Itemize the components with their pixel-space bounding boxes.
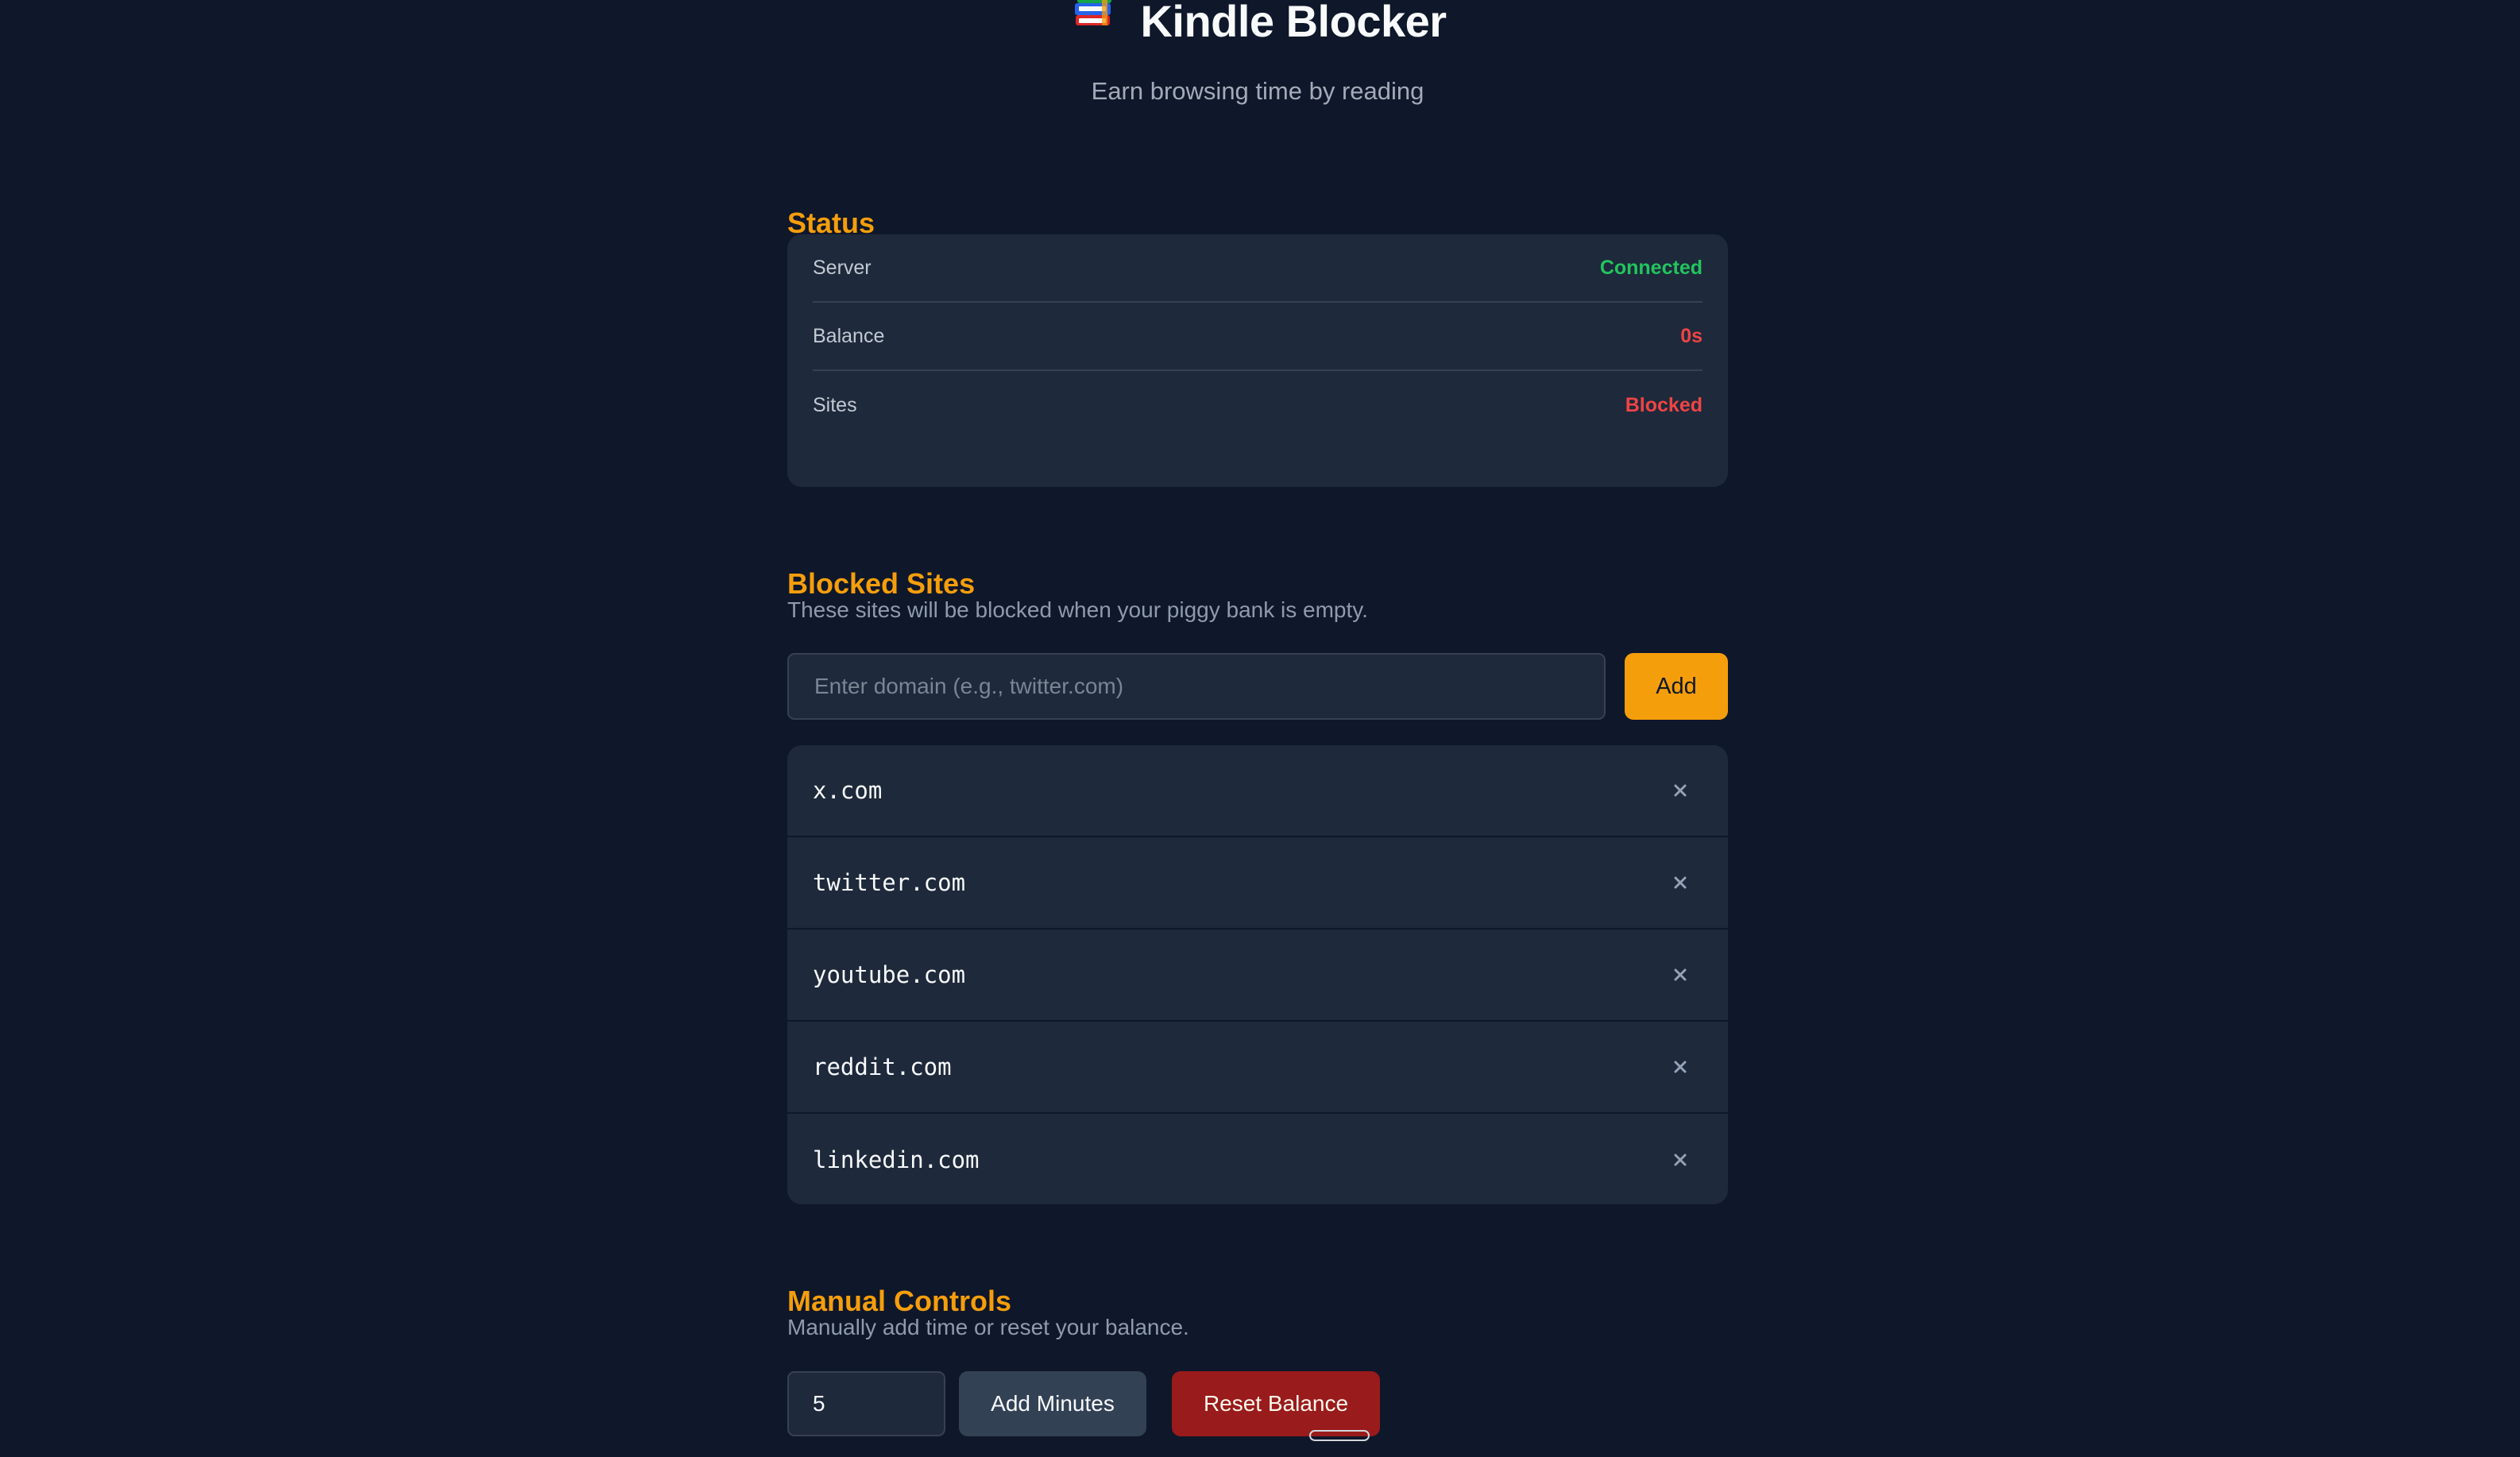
site-domain: reddit.com bbox=[813, 1053, 952, 1080]
close-icon bbox=[1674, 784, 1687, 797]
close-icon bbox=[1674, 1061, 1687, 1073]
sites-label: Sites bbox=[813, 393, 857, 416]
status-row-balance: Balance 0s bbox=[813, 303, 1703, 371]
reset-balance-button[interactable]: Reset Balance bbox=[1172, 1371, 1380, 1436]
close-icon bbox=[1674, 876, 1687, 889]
remove-site-button[interactable] bbox=[1669, 1149, 1691, 1171]
page-subtitle: Earn browsing time by reading bbox=[1091, 77, 1424, 105]
books-icon bbox=[1069, 0, 1119, 31]
close-icon bbox=[1674, 968, 1687, 981]
domain-input[interactable] bbox=[787, 653, 1606, 720]
site-domain: youtube.com bbox=[813, 960, 966, 988]
remove-site-button[interactable] bbox=[1669, 779, 1691, 802]
blocked-site-item: reddit.com bbox=[787, 1022, 1728, 1114]
blocked-sites-description: These sites will be blocked when your pi… bbox=[787, 597, 1368, 622]
add-site-button[interactable]: Add bbox=[1625, 653, 1728, 720]
remove-site-button[interactable] bbox=[1669, 964, 1691, 986]
blocked-site-item: linkedin.com bbox=[787, 1114, 1728, 1204]
manual-controls-description: Manually add time or reset your balance. bbox=[787, 1315, 1189, 1339]
remove-site-button[interactable] bbox=[1669, 1056, 1691, 1078]
status-card: Server Connected Balance 0s Sites Blocke… bbox=[787, 234, 1728, 487]
title-row: Kindle Blocker bbox=[787, 0, 1728, 46]
close-icon bbox=[1674, 1154, 1687, 1166]
blocked-sites-section-title: Blocked Sites bbox=[787, 566, 976, 600]
add-minutes-button[interactable]: Add Minutes bbox=[959, 1371, 1146, 1436]
status-row-sites: Sites Blocked bbox=[813, 371, 1703, 439]
server-label: Server bbox=[813, 256, 872, 279]
manual-controls-section-title: Manual Controls bbox=[787, 1284, 1012, 1317]
status-section-title: Status bbox=[787, 206, 875, 239]
page-header: Kindle Blocker Earn browsing time by rea… bbox=[787, 0, 1728, 119]
site-domain: x.com bbox=[813, 776, 883, 804]
remove-site-button[interactable] bbox=[1669, 871, 1691, 894]
balance-value: 0s bbox=[1680, 324, 1703, 347]
minutes-input[interactable] bbox=[787, 1371, 945, 1436]
blocked-site-item: youtube.com bbox=[787, 929, 1728, 1022]
sites-status-value: Blocked bbox=[1625, 393, 1703, 416]
blocked-site-item: x.com bbox=[787, 745, 1728, 837]
site-domain: twitter.com bbox=[813, 868, 966, 896]
blocked-sites-list: x.com twitter.com youtube.com reddit.com… bbox=[787, 745, 1728, 1204]
status-row-server: Server Connected bbox=[813, 234, 1703, 303]
balance-label: Balance bbox=[813, 324, 885, 347]
blocked-site-item: twitter.com bbox=[787, 837, 1728, 929]
page-title: Kindle Blocker bbox=[1140, 0, 1447, 46]
server-status-value: Connected bbox=[1599, 256, 1703, 279]
site-domain: linkedin.com bbox=[813, 1146, 980, 1173]
